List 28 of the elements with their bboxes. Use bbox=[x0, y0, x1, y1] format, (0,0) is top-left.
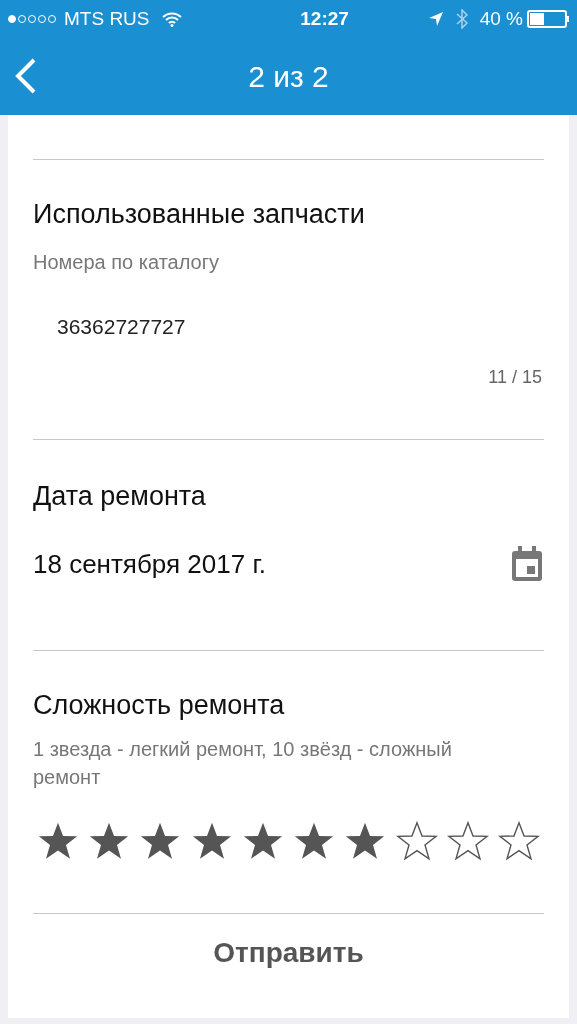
input-field[interactable]: 36362727727 bbox=[33, 310, 544, 342]
date-value[interactable]: 18 сентября 2017 г. bbox=[33, 544, 266, 584]
location-arrow-icon bbox=[427, 11, 444, 27]
page-title: 2 из 2 bbox=[248, 59, 329, 95]
filled-star-icon[interactable] bbox=[344, 821, 387, 861]
submit-button[interactable]: Отправить bbox=[213, 932, 364, 974]
empty-star-icon[interactable] bbox=[395, 821, 438, 861]
field-title: Сложность ремонта bbox=[33, 688, 286, 722]
clock: 12:27 bbox=[299, 6, 349, 31]
character-counter: 11 / 15 bbox=[487, 366, 543, 389]
carrier-name: MTS RUS bbox=[64, 6, 150, 31]
bluetooth-icon bbox=[455, 9, 468, 29]
empty-star-icon[interactable] bbox=[446, 821, 489, 861]
filled-star-icon[interactable] bbox=[139, 821, 182, 861]
empty-star-icon[interactable] bbox=[497, 821, 540, 861]
battery-percent: 40 % bbox=[479, 6, 523, 31]
wifi-icon bbox=[161, 11, 182, 27]
filled-star-icon[interactable] bbox=[37, 821, 79, 861]
filled-star-icon[interactable] bbox=[190, 821, 233, 861]
filled-star-icon[interactable] bbox=[293, 821, 336, 861]
filled-star-icon[interactable] bbox=[88, 821, 131, 861]
field-hint: 1 звезда - легкий ремонт, 10 звёзд - сложный ремонт bbox=[33, 737, 453, 790]
battery-icon bbox=[527, 10, 569, 28]
field-title: Использованные запчасти bbox=[33, 198, 366, 231]
field-title: Дата ремонта bbox=[33, 480, 207, 513]
calendar-icon[interactable] bbox=[510, 545, 544, 583]
field-hint: Номера по каталогу bbox=[33, 249, 220, 275]
filled-star-icon[interactable] bbox=[241, 821, 284, 861]
